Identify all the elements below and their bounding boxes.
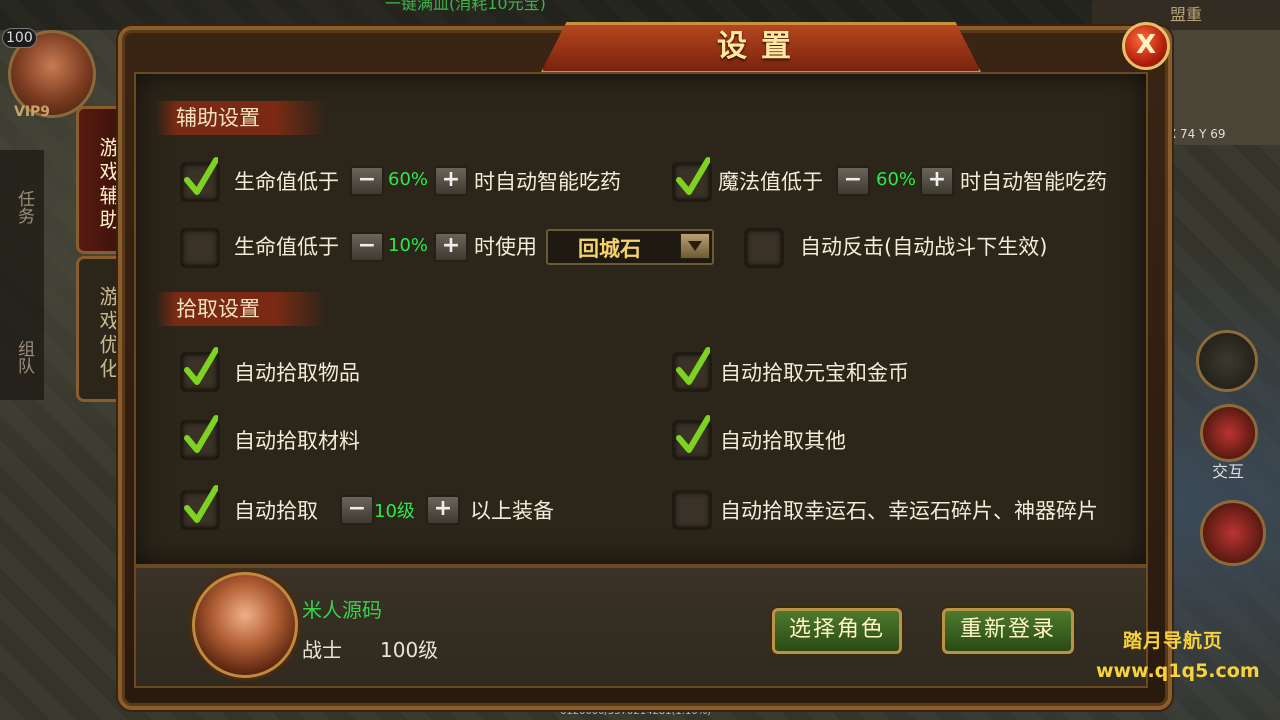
hp-potion-checkbox[interactable] (180, 157, 220, 202)
pickup-materials-checkbox[interactable] (180, 415, 220, 460)
interact-label: 交互 (1212, 462, 1245, 481)
character-level: 100级 (380, 638, 439, 662)
character-class: 战士 (302, 638, 342, 662)
pickup-equip-prefix: 自动拾取 (234, 499, 318, 523)
pickup-gold-checkbox[interactable] (672, 347, 712, 392)
hp-item-minus-button[interactable]: − (350, 232, 384, 262)
hp-potion-value: 60% (388, 169, 429, 190)
pickup-gold-label: 自动拾取元宝和金币 (720, 361, 909, 385)
hp-item-suffix: 时使用 (474, 235, 537, 259)
mp-potion-checkbox[interactable] (672, 157, 712, 202)
pickup-equip-checkbox[interactable] (180, 485, 220, 530)
hp-item-prefix: 生命值低于 (234, 235, 339, 259)
counter-attack-checkbox[interactable] (744, 228, 784, 268)
pickup-lucky-label: 自动拾取幸运石、幸运石碎片、神器碎片 (720, 499, 1098, 523)
mp-potion-minus-button[interactable]: − (836, 166, 870, 196)
pickup-materials-label: 自动拾取材料 (234, 429, 360, 453)
assist-section-header: 辅助设置 (156, 101, 326, 135)
dialog-title: 设置 (717, 29, 805, 64)
hp-item-checkbox[interactable] (180, 228, 220, 268)
skill-icon[interactable] (1200, 500, 1266, 566)
mp-potion-prefix: 魔法值低于 (718, 170, 823, 194)
item-select-dropdown[interactable]: 回城石 (546, 229, 714, 265)
hp-potion-plus-button[interactable]: + (434, 166, 468, 196)
hp-item-value: 10% (388, 235, 429, 256)
left-side-panel: 任务 组队 (0, 150, 44, 400)
checkmark-icon (184, 415, 218, 453)
relogin-button[interactable]: 重新登录 (942, 608, 1074, 654)
player-level-badge: 100 (2, 28, 37, 48)
title-plate: 设置 (540, 22, 982, 74)
pickup-other-checkbox[interactable] (672, 415, 712, 460)
minimap[interactable]: X 74 Y 69 (1156, 30, 1280, 145)
top-banner[interactable]: 一键满血(消耗10元宝) (385, 0, 546, 14)
hp-potion-suffix: 时自动智能吃药 (474, 170, 621, 194)
counter-attack-label: 自动反击(自动战斗下生效) (800, 235, 1048, 259)
watermark-title: 踏月导航页 (1123, 630, 1224, 652)
item-select-value: 回城石 (578, 237, 641, 261)
equip-level-minus-button[interactable]: − (340, 495, 374, 525)
pickup-other-label: 自动拾取其他 (720, 429, 846, 453)
map-coordinates: X 74 Y 69 (1168, 127, 1226, 141)
pickup-section-header: 拾取设置 (156, 292, 326, 326)
team-button[interactable]: 组队 (12, 340, 37, 374)
checkmark-icon (676, 415, 710, 453)
diamond-menu-icon[interactable] (1196, 330, 1258, 392)
pickup-items-label: 自动拾取物品 (234, 361, 360, 385)
checkmark-icon (676, 347, 710, 385)
equip-level-value: 10级 (374, 501, 415, 522)
hp-potion-prefix: 生命值低于 (234, 170, 339, 194)
tab-game-assist[interactable]: 游戏辅助 (76, 106, 123, 254)
tab-game-optimize[interactable]: 游戏优化 (76, 256, 123, 402)
hp-potion-minus-button[interactable]: − (350, 166, 384, 196)
select-role-button[interactable]: 选择角色 (772, 608, 902, 654)
character-name: 米人源码 (302, 598, 382, 622)
pickup-lucky-checkbox[interactable] (672, 490, 712, 530)
checkmark-icon (184, 485, 218, 523)
close-button[interactable]: X (1122, 22, 1170, 70)
watermark-url: www.q1q5.com (1096, 660, 1260, 682)
equip-level-plus-button[interactable]: + (426, 495, 460, 525)
fist-icon[interactable] (1200, 404, 1258, 462)
checkmark-icon (184, 157, 218, 195)
pickup-equip-suffix: 以上装备 (470, 499, 554, 523)
mp-potion-value: 60% (876, 169, 917, 190)
mp-potion-suffix: 时自动智能吃药 (960, 170, 1107, 194)
mp-potion-plus-button[interactable]: + (920, 166, 954, 196)
character-portrait (192, 572, 298, 678)
chevron-down-icon[interactable] (680, 233, 710, 259)
task-button[interactable]: 任务 (12, 190, 37, 224)
hp-item-plus-button[interactable]: + (434, 232, 468, 262)
vip-badge[interactable]: VIP9 (14, 104, 50, 120)
checkmark-icon (676, 157, 710, 195)
checkmark-icon (184, 347, 218, 385)
pickup-items-checkbox[interactable] (180, 347, 220, 392)
